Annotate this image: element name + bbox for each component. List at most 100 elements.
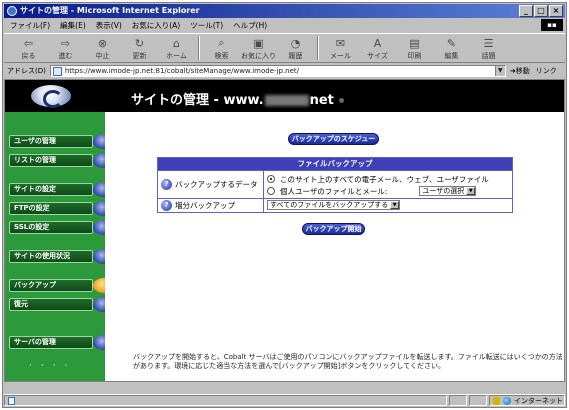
chevron-down-icon: ▼: [466, 187, 476, 195]
file-backup-panel: ファイルバックアップ ? バックアップするデータ このサイト上のすべての電子メー…: [157, 157, 513, 213]
redacted-domain: [264, 95, 309, 106]
close-button[interactable]: ×: [549, 5, 563, 17]
sidebar-item-label: サイトの使用状況: [9, 250, 93, 263]
menu-edit[interactable]: 編集(E): [60, 20, 86, 31]
links-button[interactable]: リンク: [536, 66, 557, 76]
option-all-line: このサイト上のすべての電子メール、ウェブ、ユーザファイル: [267, 173, 509, 185]
sidebar-decoration: ····: [29, 361, 77, 371]
main-panel: バックアップのスケジュール ファイルバックアップ ? バックアップするデータ こ…: [105, 112, 564, 381]
status-bar: インターネット: [4, 394, 565, 406]
page-icon: [8, 396, 15, 405]
menu-help[interactable]: ヘルプ(H): [233, 20, 267, 31]
sidebar-item-ssl[interactable]: SSLの設定: [9, 220, 115, 235]
menu-favorites[interactable]: お気に入り(A): [132, 20, 180, 31]
mail-label: メール: [330, 52, 351, 60]
refresh-button[interactable]: ↻ 更新: [121, 34, 158, 62]
sidebar-item-label: ユーザの管理: [9, 135, 93, 148]
discuss-label: 話題: [481, 52, 496, 60]
forward-arrow-icon: ⇨: [60, 36, 71, 50]
stop-icon: ⊗: [97, 36, 108, 50]
forward-button[interactable]: ⇨ 進む: [47, 34, 84, 62]
address-input[interactable]: https://www.imode-jp.net:81/cobalt/siteM…: [49, 65, 506, 77]
menu-view[interactable]: 表示(V): [96, 20, 122, 31]
incremental-row: ? 増分バックアップ すべてのファイルをバックアップする ▼: [158, 198, 512, 212]
toolbar: ⇦ 戻る ⇨ 進む ⊗ 中止 ↻ 更新 ⌂ ホーム ⌕ 検索 ▣ お気に入り ◔ 履歴 ✉ メール…: [4, 33, 565, 63]
browser-window: サイトの管理 - Microsoft Internet Explorer _ □…: [2, 2, 567, 408]
page-icon: [52, 66, 62, 76]
home-label: ホーム: [166, 52, 187, 60]
mail-button[interactable]: ✉ メール: [322, 34, 359, 62]
help-icon[interactable]: ?: [161, 200, 172, 211]
sidebar-item-usage[interactable]: サイトの使用状況: [9, 249, 115, 264]
backup-data-row: ? バックアップするデータ このサイト上のすべての電子メール、ウェブ、ユーザファ…: [158, 170, 512, 198]
incremental-select-value: すべてのファイルをバックアップする: [270, 201, 389, 209]
sidebar-item-label: FTPの設定: [9, 202, 93, 215]
print-icon: ▤: [409, 36, 420, 50]
go-button[interactable]: ➜移動: [510, 66, 530, 76]
maximize-button[interactable]: □: [534, 5, 548, 17]
address-dropdown-icon[interactable]: ▼: [494, 66, 505, 76]
status-cell: [469, 395, 487, 406]
sidebar-item-server[interactable]: サーバの管理: [9, 335, 115, 350]
edit-icon: ✎: [446, 36, 457, 50]
windows-logo-icon: ▪▪: [541, 19, 563, 31]
minimize-button[interactable]: _: [519, 5, 533, 17]
sidebar-item-label: リストの管理: [9, 154, 93, 167]
sidebar-item-backup[interactable]: バックアップ: [9, 278, 115, 293]
search-button[interactable]: ⌕ 検索: [203, 34, 240, 62]
incremental-label: 増分バックアップ: [175, 201, 235, 210]
sidebar-item-users[interactable]: ユーザの管理: [9, 134, 115, 149]
address-bar: アドレス(D) https://www.imode-jp.net:81/coba…: [4, 64, 565, 78]
sidebar-item-restore[interactable]: 復元: [9, 297, 115, 312]
address-label: アドレス(D): [7, 67, 46, 75]
history-label: 履歴: [288, 52, 303, 60]
refresh-icon: ↻: [134, 36, 145, 50]
print-label: 印刷: [407, 52, 422, 60]
sidebar-item-label: SSLの設定: [9, 221, 93, 234]
user-select-value: ユーザの選択: [422, 187, 465, 195]
favorites-button[interactable]: ▣ お気に入り: [240, 34, 277, 62]
help-text: バックアップを開始すると、Cobalt サーバはご使用のパソコンにバックアップフ…: [133, 353, 563, 370]
help-icon[interactable]: ?: [161, 179, 172, 190]
status-cell: [449, 395, 467, 406]
menu-tools[interactable]: ツール(T): [190, 20, 223, 31]
sidebar-item-ftp[interactable]: FTPの設定: [9, 201, 115, 216]
panel-title: ファイルバックアップ: [158, 158, 512, 170]
user-select-dropdown[interactable]: ユーザの選択 ▼: [419, 186, 477, 196]
sidebar-item-lists[interactable]: リストの管理: [9, 153, 115, 168]
history-icon: ◔: [290, 36, 301, 50]
window-controls: _ □ ×: [519, 5, 563, 17]
option-all-radio[interactable]: [267, 175, 275, 183]
start-backup-button[interactable]: バックアップ開始: [302, 223, 365, 235]
backup-data-options: このサイト上のすべての電子メール、ウェブ、ユーザファイル 個人ユーザのファイルと…: [264, 171, 512, 198]
discuss-icon: ☰: [483, 36, 494, 50]
stop-button[interactable]: ⊗ 中止: [84, 34, 121, 62]
mail-icon: ✉: [335, 36, 346, 50]
edit-button[interactable]: ✎ 編集: [433, 34, 470, 62]
discuss-button[interactable]: ☰ 話題: [470, 34, 507, 62]
font-size-button[interactable]: A サイズ: [359, 34, 396, 62]
menu-file[interactable]: ファイル(F): [10, 20, 50, 31]
backup-data-label-cell: ? バックアップするデータ: [158, 171, 264, 198]
title-prefix: サイトの管理 - www.: [131, 93, 264, 108]
refresh-label: 更新: [132, 52, 147, 60]
home-button[interactable]: ⌂ ホーム: [158, 34, 195, 62]
cobalt-logo-icon: [31, 85, 71, 108]
sidebar-item-label: サーバの管理: [9, 336, 93, 349]
backup-schedule-button[interactable]: バックアップのスケジュール: [288, 133, 379, 153]
option-user-radio[interactable]: [267, 187, 275, 195]
window-title: サイトの管理 - Microsoft Internet Explorer: [20, 6, 200, 15]
back-button[interactable]: ⇦ 戻る: [10, 34, 47, 62]
globe-icon: [503, 396, 511, 405]
page-title: サイトの管理 - www. net: [131, 89, 344, 108]
print-button[interactable]: ▤ 印刷: [396, 34, 433, 62]
option-all-label: このサイト上のすべての電子メール、ウェブ、ユーザファイル: [280, 174, 489, 184]
history-button[interactable]: ◔ 履歴: [277, 34, 314, 62]
chevron-down-icon: ▼: [390, 201, 400, 209]
incremental-select-dropdown[interactable]: すべてのファイルをバックアップする ▼: [267, 200, 401, 210]
sidebar-item-site-settings[interactable]: サイトの設定: [9, 182, 115, 197]
address-url: https://www.imode-jp.net:81/cobalt/siteM…: [64, 67, 300, 75]
back-arrow-icon: ⇦: [23, 36, 34, 50]
backup-data-label: バックアップするデータ: [175, 180, 258, 189]
option-user-line: 個人ユーザのファイルとメール: ユーザの選択 ▼: [267, 185, 509, 197]
